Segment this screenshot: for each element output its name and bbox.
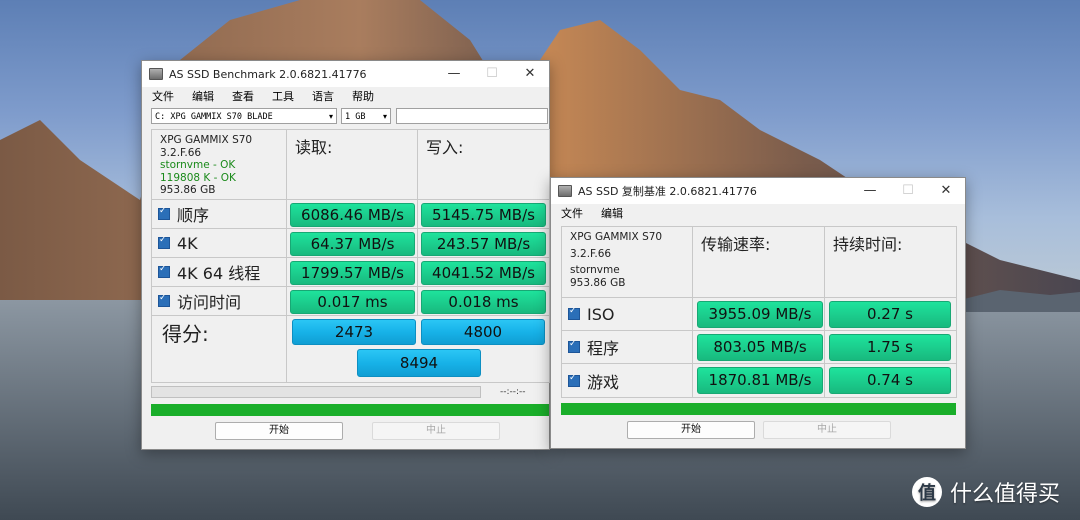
drive-info: XPG GAMMIX S70 3.2.F.66 stornvme - OK 11… [152,130,287,200]
4k-write-value: 243.57 MB/s [421,232,546,256]
row-4k: 4K [152,229,287,258]
row-access-time: 访问时间 [152,287,287,316]
checkbox-program[interactable] [568,339,580,353]
elapsed-time: --:--:-- [500,387,526,397]
score-total: 8494 [357,349,481,377]
checkbox-game[interactable] [568,373,580,387]
drive-firmware: 3.2.F.66 [570,247,612,260]
iso-speed-value: 3955.09 MB/s [697,301,823,328]
row-program: 程序 [562,331,693,364]
watermark-text: 什么值得买 [949,482,1060,507]
access-read-value: 0.017 ms [290,290,415,314]
score-label: 得分: [152,316,287,382]
row-label-seq: 顺序 [177,206,210,225]
chevron-down-icon: ▾ [328,112,333,121]
row-game: 游戏 [562,364,693,397]
start-button[interactable]: 开始 [215,422,343,440]
drive-info: XPG GAMMIX S70 3.2.F.66 stornvme 953.86 … [562,227,693,298]
program-speed-value: 803.05 MB/s [697,334,823,361]
checkbox-seq[interactable] [158,206,170,220]
row-seq: 顺序 [152,200,287,229]
row-label-iso: ISO [587,304,615,324]
copy-results-grid: XPG GAMMIX S70 3.2.F.66 stornvme 953.86 … [561,226,957,398]
completion-bar [561,403,956,415]
blank-field[interactable] [396,108,548,124]
menu-edit[interactable]: 编辑 [182,88,222,104]
score-read: 2473 [292,319,416,345]
4k64-read-value: 1799.57 MB/s [290,261,415,285]
as-ssd-copy-benchmark-window: AS SSD 复制基准 2.0.6821.41776 — ☐ ✕ 文件 编辑 X… [550,177,966,449]
window-title: AS SSD Benchmark 2.0.6821.41776 [169,67,367,81]
abort-button[interactable]: 中止 [763,421,891,439]
game-speed-value: 1870.81 MB/s [697,367,823,394]
close-icon[interactable]: ✕ [511,61,549,87]
menu-view[interactable]: 查看 [222,88,262,104]
row-4k64: 4K 64 线程 [152,258,287,287]
minimize-icon[interactable]: — [851,178,889,204]
site-watermark: 值 什么值得买 [911,476,1060,508]
maximize-icon: ☐ [902,183,914,198]
menu-bar: 文件 编辑 查看 工具 语言 帮助 [142,87,549,105]
drive-capacity: 953.86 GB [570,276,626,289]
app-icon [558,185,572,197]
menu-bar: 文件 编辑 [551,204,965,222]
window-title: AS SSD 复制基准 2.0.6821.41776 [578,185,757,198]
seq-write-value: 5145.75 MB/s [421,203,546,227]
driver-name: stornvme [570,264,620,276]
menu-file[interactable]: 文件 [551,205,591,221]
minimize-icon[interactable]: — [435,61,473,87]
checkbox-access-time[interactable] [158,293,170,307]
drive-select-value: C: XPG GAMMIX S70 BLADE [155,112,273,122]
close-icon[interactable]: ✕ [927,178,965,204]
menu-help[interactable]: 帮助 [342,88,382,104]
row-label-4k64: 4K 64 线程 [177,264,261,283]
drive-model: XPG GAMMIX S70 [160,134,253,146]
menu-edit[interactable]: 编辑 [591,205,631,221]
row-label-game: 游戏 [587,372,620,392]
as-ssd-benchmark-window: AS SSD Benchmark 2.0.6821.41776 — ☐ ✕ 文件… [141,60,550,450]
menu-language[interactable]: 语言 [302,88,342,104]
results-grid: XPG GAMMIX S70 3.2.F.66 stornvme - OK 11… [151,129,550,383]
start-button[interactable]: 开始 [627,421,755,439]
drive-select[interactable]: C: XPG GAMMIX S70 BLADE ▾ [151,108,337,124]
4k64-write-value: 4041.52 MB/s [421,261,546,285]
row-iso: ISO [562,298,693,331]
title-bar[interactable]: AS SSD 复制基准 2.0.6821.41776 — ☐ ✕ [551,178,965,204]
abort-button[interactable]: 中止 [372,422,500,440]
size-select[interactable]: 1 GB ▾ [341,108,391,124]
drive-model: XPG GAMMIX S70 [570,231,663,243]
progress-bar-track [151,386,481,398]
driver-status: stornvme - OK [160,159,236,171]
alignment-status: 119808 K - OK [160,171,236,184]
maximize-icon: ☐ [486,66,498,81]
score-write: 4800 [421,319,545,345]
checkbox-iso[interactable] [568,306,580,320]
seq-read-value: 6086.46 MB/s [290,203,415,227]
menu-file[interactable]: 文件 [142,88,182,104]
write-header: 写入: [418,130,549,200]
read-header: 读取: [287,130,418,200]
checkbox-4k64[interactable] [158,264,170,278]
4k-read-value: 64.37 MB/s [290,232,415,256]
row-label-access-time: 访问时间 [177,293,242,312]
game-time-value: 0.74 s [829,367,951,394]
watermark-logo: 值 [911,477,942,507]
checkbox-4k[interactable] [158,235,170,249]
title-bar[interactable]: AS SSD Benchmark 2.0.6821.41776 — ☐ ✕ [142,61,549,87]
completion-bar [151,404,549,416]
duration-header: 持续时间: [825,227,956,298]
chevron-down-icon: ▾ [382,112,387,121]
app-icon [149,68,163,80]
program-time-value: 1.75 s [829,334,951,361]
access-write-value: 0.018 ms [421,290,546,314]
iso-time-value: 0.27 s [829,301,951,328]
drive-firmware: 3.2.F.66 [160,146,202,159]
row-label-4k: 4K [177,233,198,253]
size-select-value: 1 GB [345,112,366,122]
menu-tools[interactable]: 工具 [262,88,302,104]
drive-capacity: 953.86 GB [160,184,216,196]
speed-header: 传输速率: [693,227,825,298]
row-label-program: 程序 [587,339,620,358]
